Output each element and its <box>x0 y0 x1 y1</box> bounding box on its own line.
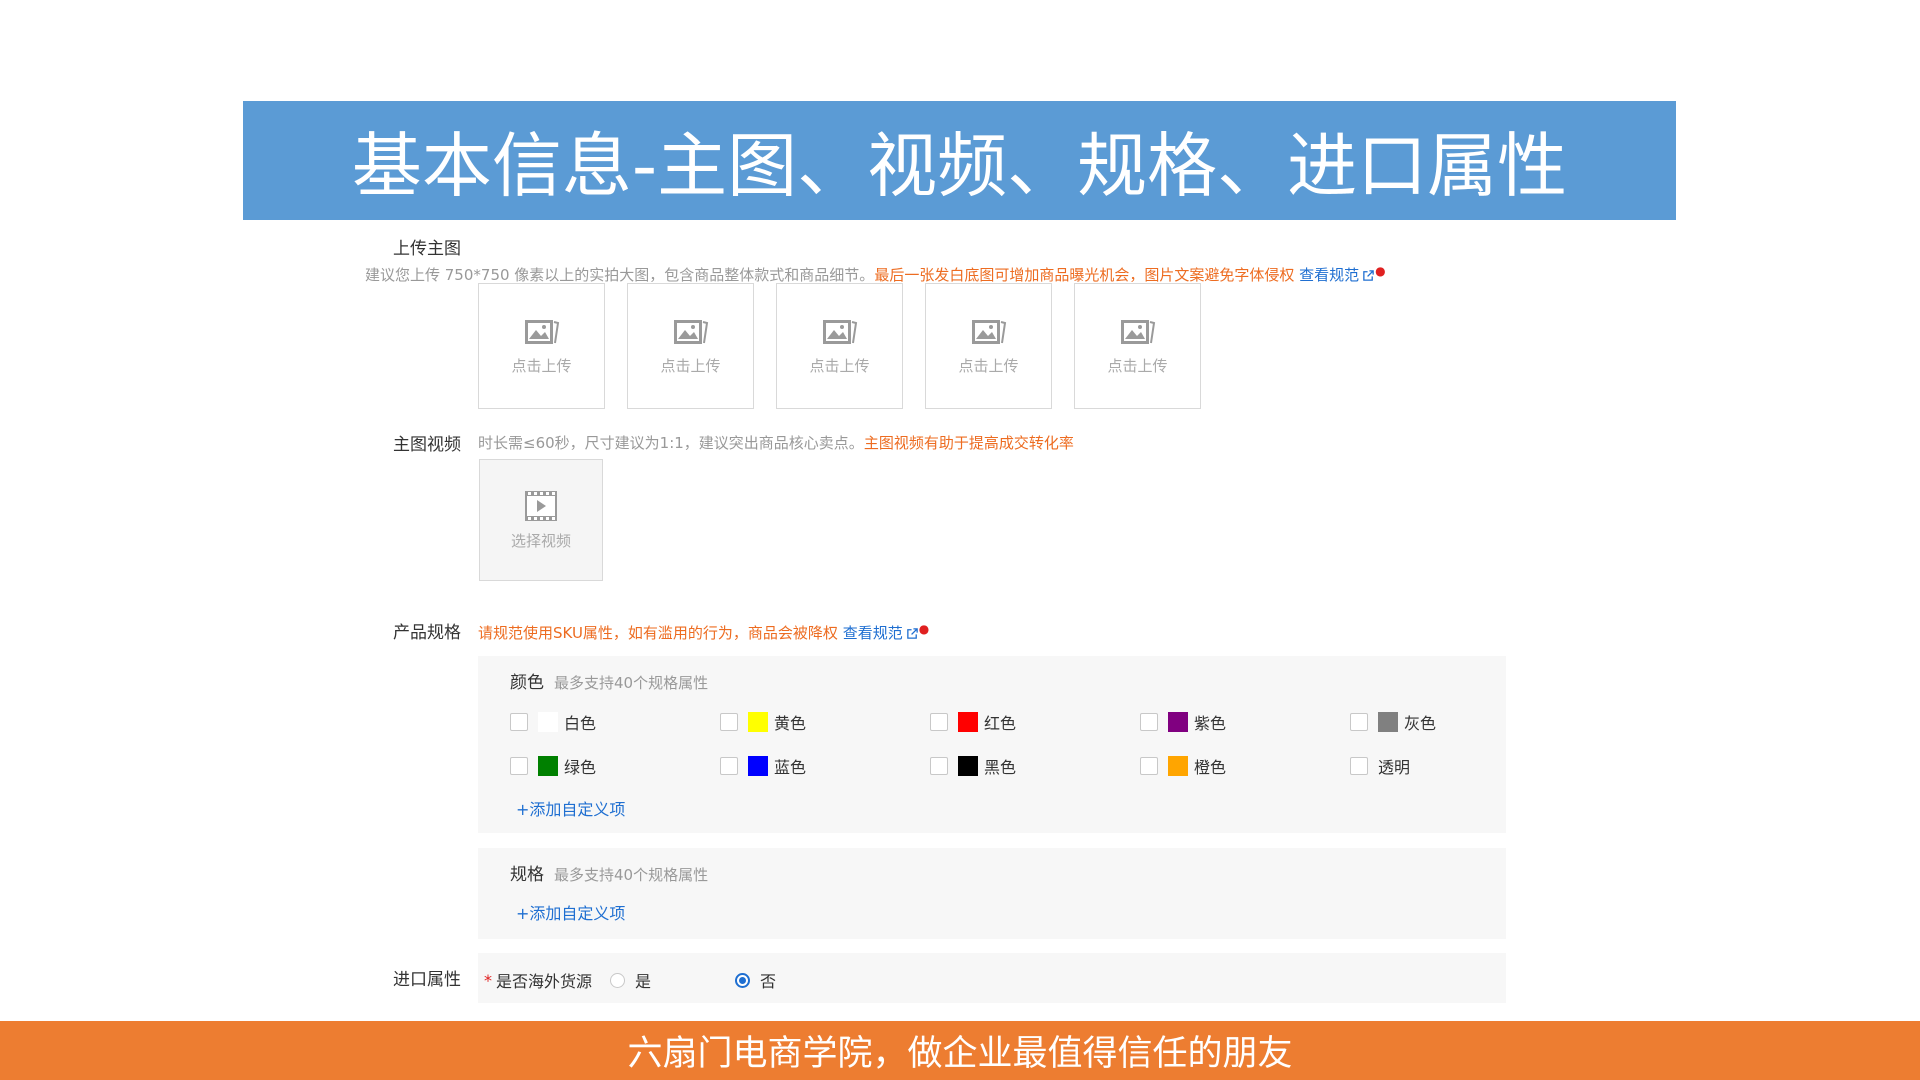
color-option-transparent[interactable]: 透明 <box>1350 754 1410 778</box>
upload-label: 点击上传 <box>958 356 1019 375</box>
radio-yes-label: 是 <box>635 972 652 991</box>
color-option-label: 红色 <box>984 714 1017 733</box>
color-option-green[interactable]: 绿色 <box>510 754 596 778</box>
required-mark: * <box>484 970 492 990</box>
color-swatch <box>748 756 768 776</box>
image-placeholder-icon <box>524 319 559 344</box>
checkbox[interactable] <box>930 757 948 775</box>
external-link-icon[interactable] <box>906 627 919 640</box>
color-swatch <box>958 712 978 732</box>
main-image-hint: 建议您上传 750*750 像素以上的实拍大图，包含商品整体款式和商品细节。最后… <box>365 264 1386 285</box>
radio-yes[interactable]: 是 <box>610 968 651 992</box>
video-label: 主图视频 <box>393 435 461 455</box>
color-option-white[interactable]: 白色 <box>510 710 596 734</box>
color-option-label: 黄色 <box>774 714 807 733</box>
color-option-black[interactable]: 黑色 <box>930 754 1016 778</box>
main-image-label: 上传主图 <box>393 239 461 259</box>
size-group-sub: 最多支持40个规格属性 <box>554 866 709 884</box>
color-group-sub: 最多支持40个规格属性 <box>554 674 709 692</box>
color-option-label: 橙色 <box>1194 758 1227 777</box>
checkbox[interactable] <box>510 713 528 731</box>
checkbox[interactable] <box>510 757 528 775</box>
required-dot: ● <box>918 622 930 636</box>
add-custom-size-link[interactable]: +添加自定义项 <box>516 900 625 924</box>
color-option-label: 白色 <box>564 714 597 733</box>
upload-label: 点击上传 <box>511 356 572 375</box>
image-placeholder-icon <box>822 319 857 344</box>
color-group-title-text: 颜色 <box>510 673 544 693</box>
video-hint-orange: 主图视频有助于提高成交转化率 <box>863 434 1074 452</box>
add-custom-color-link[interactable]: +添加自定义项 <box>516 796 625 820</box>
color-option-label: 黑色 <box>984 758 1017 777</box>
color-swatch <box>1378 712 1398 732</box>
radio-no[interactable]: 否 <box>735 968 776 992</box>
main-image-hint-gray: 建议您上传 750*750 像素以上的实拍大图，包含商品整体款式和商品细节。 <box>365 266 875 284</box>
checkbox[interactable] <box>930 713 948 731</box>
upload-label: 点击上传 <box>809 356 870 375</box>
overseas-source-label: 是否海外货源 <box>496 972 593 991</box>
upload-image-box-1[interactable]: 点击上传 <box>478 283 605 409</box>
color-swatch <box>958 756 978 776</box>
color-swatch <box>538 756 558 776</box>
color-swatch <box>538 712 558 732</box>
checkbox[interactable] <box>1140 757 1158 775</box>
color-swatch <box>748 712 768 732</box>
video-hint: 时长需≤60秒，尺寸建议为1:1，建议突出商品核心卖点。主图视频有助于提高成交转… <box>478 432 1074 453</box>
checkbox[interactable] <box>720 713 738 731</box>
size-group-title-text: 规格 <box>510 865 544 885</box>
upload-image-box-4[interactable]: 点击上传 <box>925 283 1052 409</box>
spec-hint: 请规范使用SKU属性，如有滥用的行为，商品会被降权 查看规范 ● <box>478 622 929 643</box>
main-image-hint-orange: 最后一张发白底图可增加商品曝光机会，图片文案避免字体侵权 <box>874 266 1295 284</box>
color-option-blue[interactable]: 蓝色 <box>720 754 806 778</box>
spec-rule-link[interactable]: 查看规范 <box>843 624 903 642</box>
video-hint-gray: 时长需≤60秒，尺寸建议为1:1，建议突出商品核心卖点。 <box>478 434 864 452</box>
color-group-title: 颜色 最多支持40个规格属性 <box>510 668 708 693</box>
footer-banner: 六扇门电商学院，做企业最值得信任的朋友 <box>0 1021 1920 1080</box>
page-title: 基本信息-主图、视频、规格、进口属性 <box>351 125 1568 207</box>
external-link-icon[interactable] <box>1362 269 1375 282</box>
color-option-label: 灰色 <box>1404 714 1437 733</box>
upload-image-box-5[interactable]: 点击上传 <box>1074 283 1201 409</box>
radio-button-selected[interactable] <box>735 972 750 988</box>
image-placeholder-icon <box>673 319 708 344</box>
select-video-label: 选择视频 <box>510 531 571 550</box>
select-video-box[interactable]: 选择视频 <box>479 459 603 581</box>
import-label: 进口属性 <box>393 970 461 990</box>
overseas-source-question: * 是否海外货源 <box>484 968 592 992</box>
radio-button[interactable] <box>610 972 625 988</box>
color-swatch <box>1168 756 1188 776</box>
upload-label: 点击上传 <box>1107 356 1168 375</box>
checkbox[interactable] <box>1140 713 1158 731</box>
color-option-gray[interactable]: 灰色 <box>1350 710 1436 734</box>
upload-label: 点击上传 <box>660 356 721 375</box>
color-option-red[interactable]: 红色 <box>930 710 1016 734</box>
video-icon <box>525 490 557 521</box>
color-option-orange[interactable]: 橙色 <box>1140 754 1226 778</box>
checkbox[interactable] <box>1350 757 1368 775</box>
title-banner: 基本信息-主图、视频、规格、进口属性 <box>243 101 1676 220</box>
color-option-yellow[interactable]: 黄色 <box>720 710 806 734</box>
upload-image-box-3[interactable]: 点击上传 <box>776 283 903 409</box>
spec-label: 产品规格 <box>393 623 461 643</box>
import-panel: * 是否海外货源 是 否 <box>478 953 1506 1003</box>
color-spec-panel: 颜色 最多支持40个规格属性 白色 黄色 红色 紫色 灰色 绿色 蓝色 黑色 橙色… <box>478 656 1506 833</box>
color-option-label: 蓝色 <box>774 758 807 777</box>
color-option-purple[interactable]: 紫色 <box>1140 710 1226 734</box>
color-swatch <box>1168 712 1188 732</box>
color-option-label: 紫色 <box>1194 714 1227 733</box>
upload-image-box-2[interactable]: 点击上传 <box>627 283 754 409</box>
spec-hint-orange: 请规范使用SKU属性，如有滥用的行为，商品会被降权 <box>478 624 838 642</box>
size-spec-panel: 规格 最多支持40个规格属性 +添加自定义项 <box>478 848 1506 939</box>
image-placeholder-icon <box>971 319 1006 344</box>
image-placeholder-icon <box>1120 319 1155 344</box>
checkbox[interactable] <box>1350 713 1368 731</box>
required-dot: ● <box>1375 264 1386 278</box>
radio-no-label: 否 <box>760 972 777 991</box>
size-group-title: 规格 最多支持40个规格属性 <box>510 860 708 885</box>
checkbox[interactable] <box>720 757 738 775</box>
footer-slogan: 六扇门电商学院，做企业最值得信任的朋友 <box>627 1034 1293 1074</box>
color-option-label: 绿色 <box>564 758 597 777</box>
color-option-label: 透明 <box>1378 758 1411 777</box>
main-image-spec-link[interactable]: 查看规范 <box>1299 266 1359 284</box>
